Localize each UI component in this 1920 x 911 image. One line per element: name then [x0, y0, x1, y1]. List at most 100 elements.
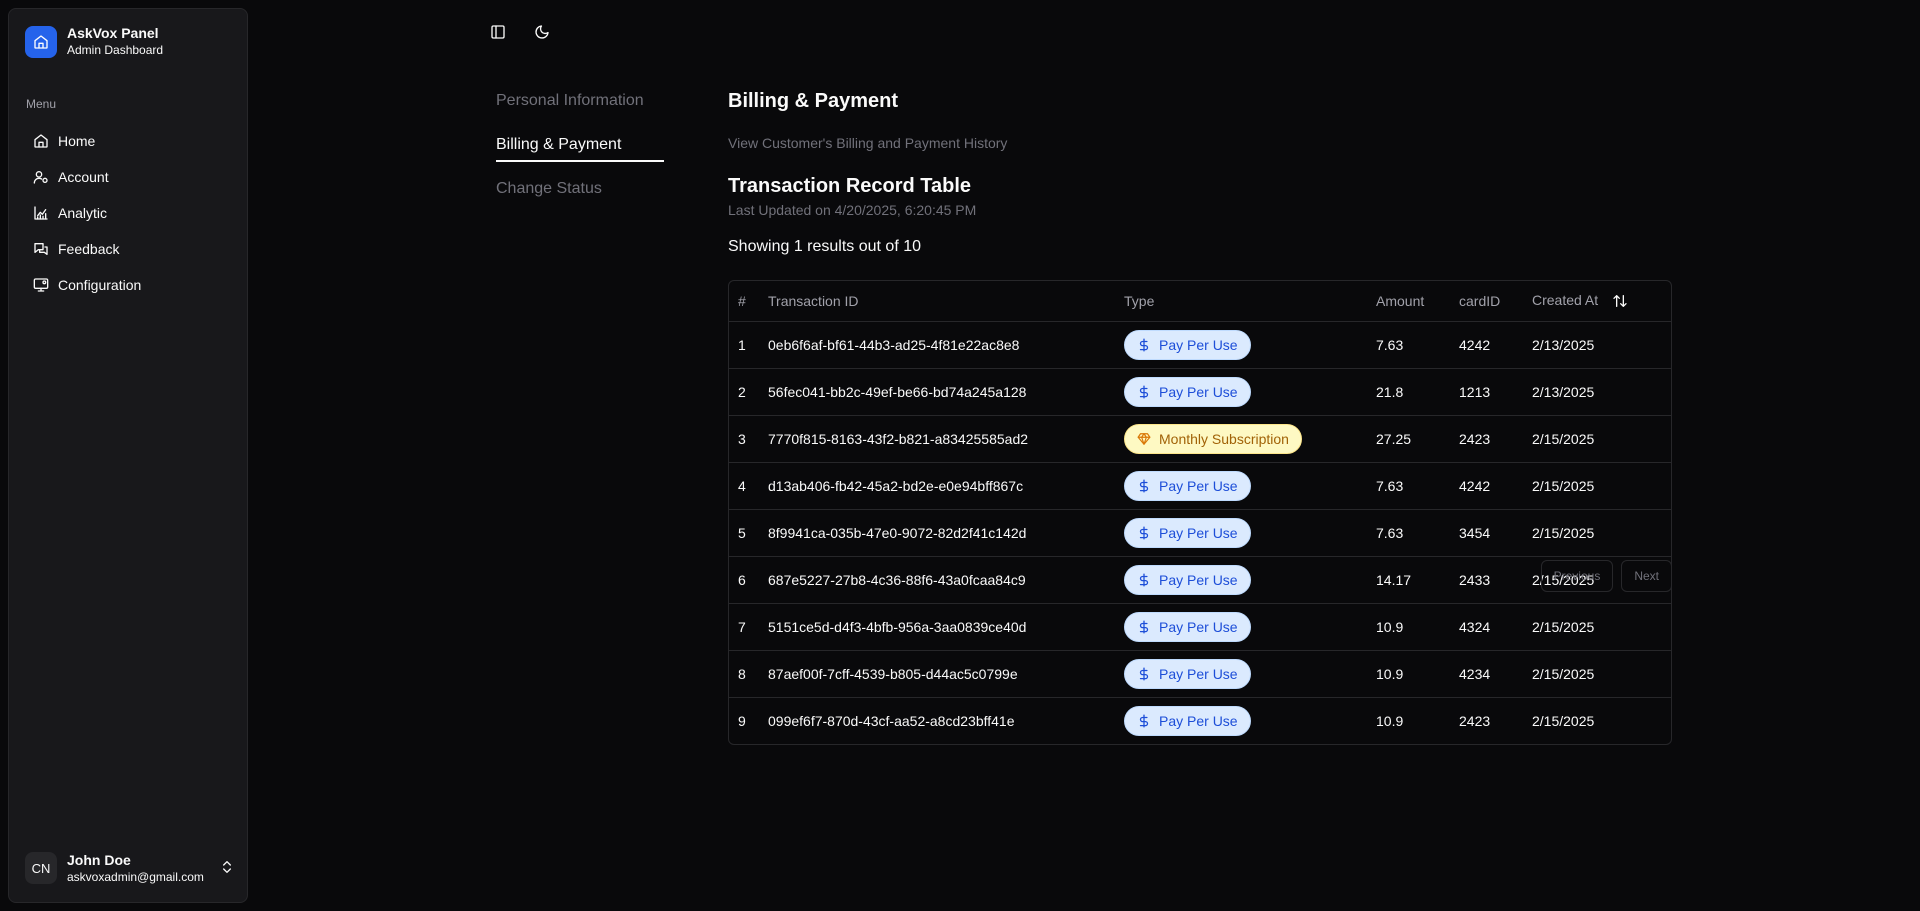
sidebar-item-label: Feedback — [58, 241, 120, 257]
last-updated: Last Updated on 4/20/2025, 6:20:45 PM — [728, 202, 977, 218]
card-id: 1213 — [1450, 368, 1523, 416]
dollar-icon — [1139, 620, 1149, 633]
created-at: 2/13/2025 — [1523, 368, 1671, 416]
type-label: Pay Per Use — [1159, 477, 1238, 494]
created-at: 2/15/2025 — [1523, 462, 1671, 510]
row-index: 6 — [729, 556, 759, 604]
row-index: 4 — [729, 462, 759, 510]
chart-icon — [34, 206, 48, 220]
pagination: Previous Next — [1540, 560, 1672, 592]
type-badge: Pay Per Use — [1124, 329, 1251, 360]
subnav-change-status[interactable]: Change Status — [496, 178, 664, 222]
type-cell: Pay Per Use — [1115, 650, 1367, 698]
header-transaction-id: Transaction ID — [759, 281, 1115, 322]
table-row: 7 5151ce5d-d4f3-4bfb-956a-3aa0839ce40d P… — [729, 603, 1671, 651]
user-menu[interactable]: CN John Doe askvoxadmin@gmail.com — [25, 850, 241, 886]
dollar-icon — [1139, 385, 1149, 398]
type-cell: Pay Per Use — [1115, 603, 1367, 651]
home-icon — [34, 134, 48, 148]
subnav-billing-payment[interactable]: Billing & Payment — [496, 134, 664, 178]
card-id: 4324 — [1450, 603, 1523, 651]
amount: 10.9 — [1367, 603, 1450, 651]
type-cell: Pay Per Use — [1115, 697, 1367, 744]
billing-content: Billing & Payment View Customer's Billin… — [728, 90, 1672, 745]
row-index: 5 — [729, 509, 759, 557]
home-icon — [25, 25, 57, 58]
created-at: 2/15/2025 — [1532, 712, 1595, 729]
card-id: 2423 — [1450, 415, 1523, 463]
sidebar-item-home[interactable]: Home — [25, 123, 245, 159]
type-label: Pay Per Use — [1159, 383, 1238, 400]
header-type: Type — [1115, 281, 1367, 322]
next-button[interactable]: Next — [1621, 560, 1672, 592]
amount: 10.9 — [1376, 712, 1404, 729]
sidebar-item-label: Home — [58, 133, 96, 149]
card-id: 4242 — [1450, 321, 1523, 369]
previous-button[interactable]: Previous — [1540, 560, 1614, 592]
transaction-id: d13ab406-fb42-45a2-bd2e-e0e94bff867c — [759, 462, 1115, 510]
table-row: 2 56fec041-bb2c-49ef-be66-bd74a245a128 P… — [729, 368, 1671, 416]
menu-label: Menu — [26, 97, 57, 111]
brand[interactable]: AskVox Panel Admin Dashboard — [25, 25, 163, 58]
sidebar-item-label: Analytic — [58, 205, 108, 221]
page-description: View Customer's Billing and Payment Hist… — [728, 135, 1008, 151]
user-cog-icon — [33, 171, 48, 184]
amount: 14.17 — [1367, 556, 1450, 604]
type-badge: Pay Per Use — [1124, 517, 1251, 548]
type-cell: Pay Per Use — [1115, 556, 1367, 604]
transaction-id: 099ef6f7-870d-43cf-aa52-a8cd23bff41e — [768, 712, 1015, 729]
type-label: Pay Per Use — [1159, 336, 1238, 353]
header-card-id: cardID — [1450, 281, 1523, 322]
sidebar-item-label: Account — [58, 169, 109, 185]
sidebar-item-account[interactable]: Account — [25, 159, 245, 195]
type-label: Pay Per Use — [1159, 618, 1238, 635]
dollar-icon — [1139, 573, 1149, 586]
user-name: John Doe — [67, 851, 131, 868]
transaction-id: 56fec041-bb2c-49ef-be66-bd74a245a128 — [759, 368, 1115, 416]
transaction-id: 87aef00f-7cff-4539-b805-d44ac5c0799e — [759, 650, 1115, 698]
dollar-icon — [1139, 338, 1149, 351]
page-title: Billing & Payment — [728, 90, 899, 112]
table-row: 5 8f9941ca-035b-47e0-9072-82d2f41c142d P… — [729, 509, 1671, 557]
panel-left-icon — [491, 25, 505, 39]
type-label: Pay Per Use — [1159, 571, 1238, 588]
table-body: 1 0eb6f6af-bf61-44b3-ad25-4f81e22ac8e8 P… — [729, 321, 1671, 744]
sidebar-item-analytic[interactable]: Analytic — [25, 195, 245, 231]
brand-subtitle: Admin Dashboard — [67, 43, 164, 57]
sidebar-item-configuration[interactable]: Configuration — [25, 267, 245, 303]
sidebar-item-feedback[interactable]: Feedback — [25, 231, 245, 267]
sidebar-toggle-button[interactable] — [486, 20, 510, 44]
card-id: 4242 — [1450, 462, 1523, 510]
subnav-personal-information[interactable]: Personal Information — [496, 90, 664, 134]
type-cell: Pay Per Use — [1115, 368, 1367, 416]
transaction-id: 8f9941ca-035b-47e0-9072-82d2f41c142d — [759, 509, 1115, 557]
card-id: 4234 — [1450, 650, 1523, 698]
transaction-table: # Transaction ID Type Amount cardID Crea… — [728, 280, 1672, 745]
theme-toggle-button[interactable] — [530, 20, 554, 44]
dollar-icon — [1139, 479, 1149, 492]
type-badge: Monthly Subscription — [1124, 423, 1302, 454]
moon-icon — [535, 25, 549, 39]
dollar-icon — [1139, 714, 1149, 728]
row-index: 2 — [729, 368, 759, 416]
table-row: 3 7770f815-8163-43f2-b821-a83425585ad2 M… — [729, 415, 1671, 463]
table-row: 1 0eb6f6af-bf61-44b3-ad25-4f81e22ac8e8 P… — [729, 321, 1671, 369]
results-count: Showing 1 results out of 10 — [728, 238, 922, 255]
created-at: 2/15/2025 — [1523, 603, 1671, 651]
sidebar-menu: Home Account Analytic Feedback Configura… — [25, 123, 245, 303]
transaction-id: 687e5227-27b8-4c36-88f6-43a0fcaa84c9 — [759, 556, 1115, 604]
amount: 21.8 — [1367, 368, 1450, 416]
type-badge: Pay Per Use — [1124, 705, 1251, 736]
amount: 7.63 — [1367, 321, 1450, 369]
type-cell: Monthly Subscription — [1115, 415, 1367, 463]
amount: 10.9 — [1367, 650, 1450, 698]
type-cell: Pay Per Use — [1115, 462, 1367, 510]
row-index: 8 — [729, 650, 759, 698]
row-index: 7 — [729, 603, 759, 651]
sort-icon[interactable] — [1612, 293, 1628, 309]
header-label: Created At — [1532, 292, 1599, 309]
brand-title: AskVox Panel — [67, 25, 159, 41]
type-label: Pay Per Use — [1159, 665, 1238, 682]
type-cell: Pay Per Use — [1115, 509, 1367, 557]
header-created-at[interactable]: Created At — [1523, 281, 1671, 322]
